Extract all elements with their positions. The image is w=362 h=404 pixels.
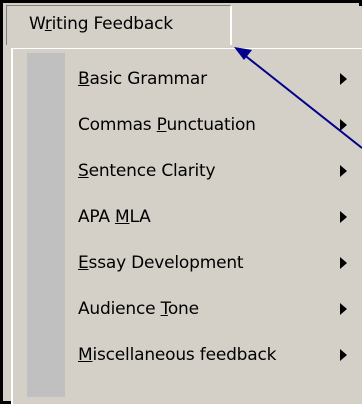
menu-item-sentence-clarity[interactable]: Sentence Clarity — [78, 148, 358, 194]
submenu-arrow-icon — [340, 165, 347, 177]
menu-item-accelerator: E — [78, 253, 89, 273]
menu-item-label: entence Clarity — [88, 161, 216, 181]
menu-item-label: APA — [78, 207, 116, 227]
menu-item-audience-tone[interactable]: Audience Tone — [78, 286, 358, 332]
menu-item-apa-mla[interactable]: APA MLA — [78, 194, 358, 240]
menu-item-accelerator: B — [78, 69, 90, 89]
submenu-arrow-icon — [340, 257, 347, 269]
menu-item-essay-development[interactable]: Essay Development — [78, 240, 358, 286]
menu-icon-stripe — [27, 53, 65, 397]
menu-title-after: iting Feedback — [51, 14, 173, 34]
menu-item-miscellaneous-feedback[interactable]: Miscellaneous feedback — [78, 332, 358, 378]
menu-item-label: asic Grammar — [89, 69, 207, 89]
menu-title-accelerator: r — [44, 14, 52, 34]
submenu-arrow-icon — [340, 303, 347, 315]
submenu-arrow-icon — [340, 73, 347, 85]
menu-item-label: LA — [129, 207, 151, 227]
menu-item-label: Commas — [78, 115, 157, 135]
menu-title-before: W — [29, 14, 45, 34]
menu-item-accelerator: M — [78, 345, 93, 365]
writing-feedback-menu[interactable]: Writing Feedback — [6, 5, 232, 45]
menu-item-label: iscellaneous feedback — [92, 345, 277, 365]
menu-item-label: unctuation — [166, 115, 256, 135]
menu-item-label: one — [167, 299, 199, 319]
menu-item-commas-punctuation[interactable]: Commas Punctuation — [78, 102, 358, 148]
submenu-arrow-icon — [340, 119, 347, 131]
menu-item-accelerator: S — [78, 161, 89, 181]
submenu-arrow-icon — [340, 349, 347, 361]
menu-item-label: ssay Development — [88, 253, 244, 273]
menu-item-label: Audience — [78, 299, 161, 319]
menu-item-accelerator: P — [156, 115, 167, 135]
menu-item-accelerator: T — [160, 299, 169, 319]
submenu-arrow-icon — [340, 211, 347, 223]
menu-item-accelerator: M — [115, 207, 130, 227]
menu-item-basic-grammar[interactable]: Basic Grammar — [78, 56, 358, 102]
